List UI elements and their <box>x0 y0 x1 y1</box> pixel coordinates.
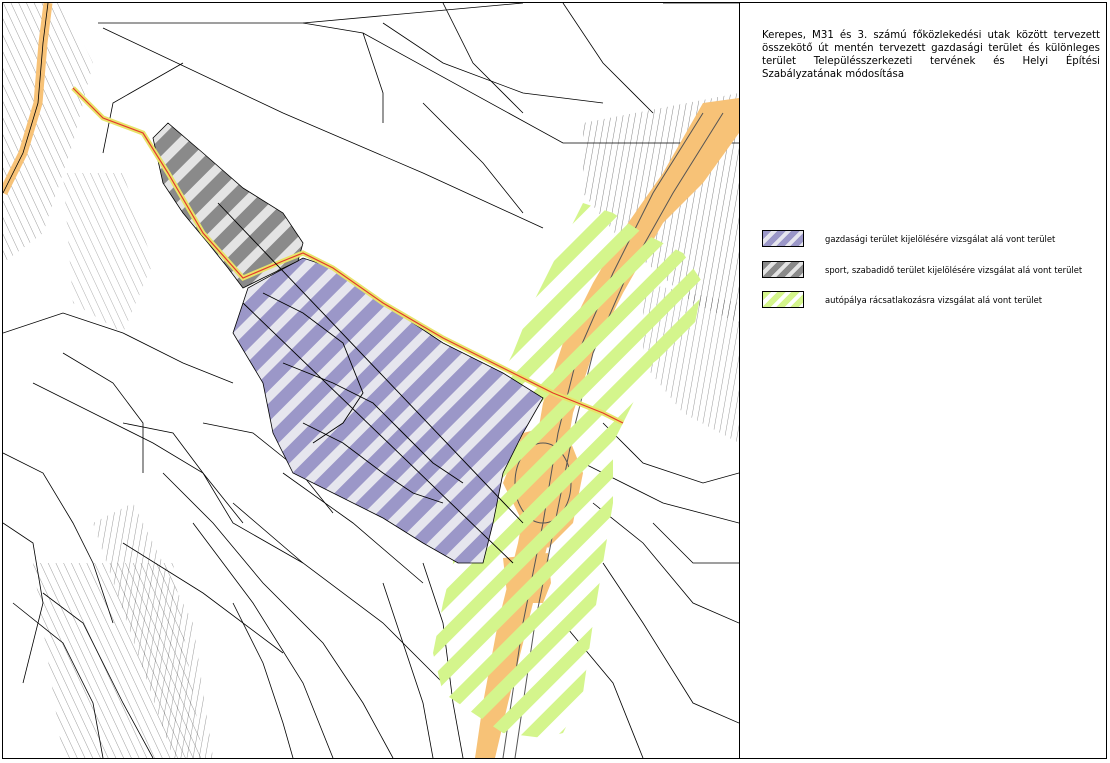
legend-label-economic: gazdasági terület kijelölésére vizsgálat… <box>825 233 1056 244</box>
legend-panel: Kerepes, M31 és 3. számú főközlekedési u… <box>739 3 1107 758</box>
legend-swatch-economic <box>762 230 804 247</box>
legend-swatch-motorway <box>762 291 804 308</box>
legend-item-sport: sport, szabadidő terület kijelölésére vi… <box>762 261 1082 278</box>
map-view[interactable] <box>3 3 739 758</box>
legend-item-motorway: autópálya rácsatlakozásra vizsgálat alá … <box>762 291 1042 308</box>
map-title: Kerepes, M31 és 3. számú főközlekedési u… <box>762 30 1100 80</box>
legend-label-motorway: autópálya rácsatlakozásra vizsgálat alá … <box>825 294 1043 305</box>
map-drawing <box>3 3 739 758</box>
legend-swatch-sport <box>762 261 804 278</box>
legend-item-economic: gazdasági terület kijelölésére vizsgálat… <box>762 230 1055 247</box>
legend-label-sport: sport, szabadidő terület kijelölésére vi… <box>825 264 1083 275</box>
